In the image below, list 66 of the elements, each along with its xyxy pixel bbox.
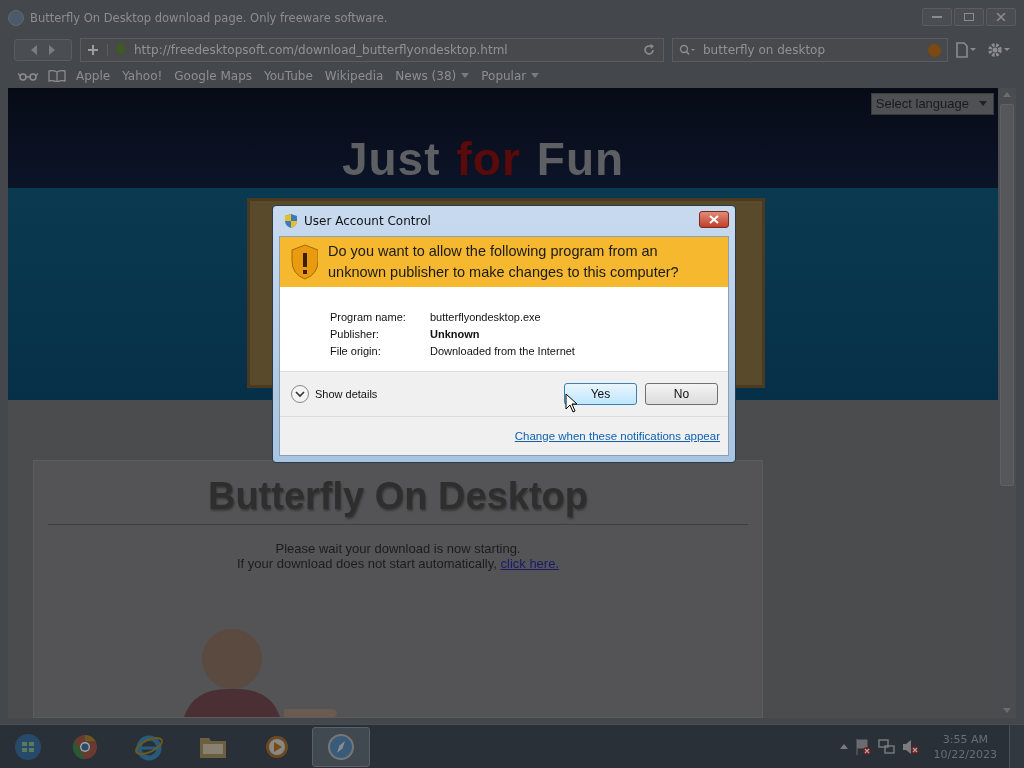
field-value: Downloaded from the Internet <box>430 344 575 359</box>
clock-date: 10/22/2023 <box>933 746 997 762</box>
minimize-button[interactable] <box>922 8 952 26</box>
clock[interactable]: 3:55 AM 10/22/2023 <box>933 731 997 762</box>
show-hidden-icons-arrow[interactable] <box>839 743 848 750</box>
close-icon <box>709 214 719 224</box>
caret-icon <box>461 73 470 79</box>
warning-shield-icon <box>290 244 318 280</box>
banner-title-word: Just <box>341 132 441 186</box>
maximize-button[interactable] <box>954 8 984 26</box>
chevron-down-icon <box>290 384 310 404</box>
dialog-question: Do you want to allow the following program from an unknown publisher to make changes to this computer? <box>328 242 680 282</box>
bookmark-link[interactable]: News (38) <box>395 69 470 83</box>
bookmark-link[interactable]: Wikipedia <box>324 69 384 83</box>
dialog-button[interactable]: Yes <box>564 383 637 405</box>
page-menu-icon[interactable] <box>956 42 978 58</box>
network-icon[interactable] <box>877 737 896 756</box>
muted-speaker-icon[interactable] <box>901 737 920 756</box>
banner-title-word: Fun <box>536 132 625 186</box>
field-value: butterflyondesktop.exe <box>430 310 541 325</box>
add-icon[interactable] <box>87 44 108 56</box>
window-title: Butterfly On Desktop download page. Only freeware software. <box>30 11 389 25</box>
scroll-up-arrow-icon[interactable] <box>1003 92 1011 98</box>
vertical-scrollbar[interactable] <box>998 88 1016 718</box>
clock-time: 3:55 AM <box>942 731 988 747</box>
search-field[interactable]: butterfly on desktop <box>672 38 948 62</box>
taskbar-app-button[interactable] <box>312 726 370 767</box>
dialog-title: User Account Control <box>304 214 432 228</box>
url-text: http://freedesktopsoft.com/download_butterflyondesktop.html <box>134 43 509 57</box>
caret-icon <box>531 73 540 79</box>
minimize-icon <box>932 15 942 19</box>
bookmark-link[interactable]: Google Maps <box>174 69 253 83</box>
show-details-toggle[interactable]: Show details <box>290 384 564 404</box>
mouse-pointer-icon <box>565 393 578 413</box>
click-here-link[interactable]: click here. <box>500 556 560 571</box>
settings-icon[interactable] <box>986 41 1012 59</box>
download-arrow-icon <box>114 43 128 57</box>
address-bar[interactable]: http://freedesktopsoft.com/download_butterflyondesktop.html <box>80 38 664 62</box>
bookmark-link[interactable]: YouTube <box>264 69 313 83</box>
flag-error-icon[interactable] <box>853 737 872 756</box>
maximize-icon <box>964 13 974 21</box>
compass-icon <box>327 732 355 761</box>
close-icon <box>996 13 1006 21</box>
dialog-button[interactable]: No <box>645 383 718 405</box>
field-value: Unknown <box>430 327 480 342</box>
globe-icon <box>8 10 24 26</box>
reload-icon[interactable] <box>643 44 655 56</box>
shield-icon <box>283 213 299 229</box>
fallback-prompt: If your download does not start automatically, <box>236 556 497 571</box>
search-icon <box>679 44 697 56</box>
language-dropdown[interactable]: Select language <box>870 93 994 115</box>
notification-settings-link[interactable]: Change when these notifications appear <box>514 430 720 442</box>
glasses-icon[interactable] <box>18 71 38 81</box>
field-label: Publisher: <box>330 327 380 342</box>
banner-title-word: for <box>456 132 521 186</box>
close-button[interactable] <box>699 210 729 228</box>
show-desktop-button[interactable] <box>1009 725 1024 768</box>
bookmark-link[interactable]: Popular <box>481 69 540 83</box>
back-forward-buttons[interactable] <box>14 39 72 61</box>
scroll-down-arrow-icon[interactable] <box>1003 708 1011 714</box>
field-label: File origin: <box>330 344 382 359</box>
field-label: Program name: <box>330 310 407 325</box>
bookmark-link[interactable]: Apple <box>76 69 111 83</box>
caret-icon <box>979 100 987 107</box>
book-icon[interactable] <box>48 70 66 82</box>
bookmark-link[interactable]: Yahoo! <box>122 69 163 83</box>
